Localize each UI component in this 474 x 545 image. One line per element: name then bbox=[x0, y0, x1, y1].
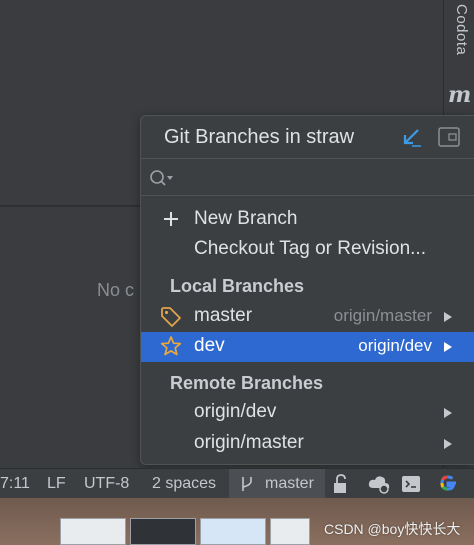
search-row bbox=[141, 158, 474, 196]
popup-title: Git Branches in straw bbox=[164, 126, 355, 148]
branch-search-input[interactable] bbox=[179, 163, 469, 193]
terminal-icon[interactable] bbox=[401, 474, 421, 494]
maven-tool-tab[interactable]: m bbox=[448, 82, 471, 108]
tracking-branch: origin/master bbox=[333, 306, 432, 325]
window-thumbnail[interactable] bbox=[270, 518, 310, 545]
branch-name: master bbox=[194, 305, 253, 326]
action-label: Checkout Tag or Revision... bbox=[194, 238, 426, 259]
file-encoding[interactable]: UTF-8 bbox=[84, 475, 129, 493]
empty-editor-text: No c bbox=[97, 280, 135, 300]
window-thumbnail[interactable] bbox=[200, 518, 266, 545]
tag-icon bbox=[161, 307, 181, 327]
git-branch-widget[interactable]: master bbox=[229, 469, 325, 499]
status-bar: 7:11 LF UTF-8 2 spaces master bbox=[0, 468, 474, 499]
local-branches-header: Local Branches bbox=[170, 276, 305, 296]
indent-setting[interactable]: 2 spaces bbox=[152, 475, 216, 493]
submenu-arrow-icon bbox=[444, 439, 452, 449]
line-separator[interactable]: LF bbox=[47, 475, 66, 493]
cloud-gear-icon[interactable] bbox=[367, 473, 393, 495]
caret-position[interactable]: 7:11 bbox=[0, 475, 30, 493]
google-icon[interactable] bbox=[437, 472, 459, 494]
checkout-tag-action[interactable]: Checkout Tag or Revision... bbox=[141, 235, 474, 265]
window-thumbnail[interactable] bbox=[130, 518, 196, 545]
update-project-icon[interactable] bbox=[400, 126, 422, 148]
branch-name: origin/dev bbox=[194, 401, 277, 422]
branch-name: dev bbox=[194, 335, 225, 356]
action-label: New Branch bbox=[194, 208, 298, 229]
local-branch-dev[interactable]: dev origin/dev bbox=[141, 332, 474, 362]
remote-branch-origin-master[interactable]: origin/master bbox=[141, 429, 474, 459]
submenu-arrow-icon bbox=[444, 312, 452, 322]
git-branch-icon bbox=[242, 477, 252, 491]
local-branch-master[interactable]: master origin/master bbox=[141, 302, 474, 332]
tracking-branch: origin/dev bbox=[358, 336, 432, 355]
branch-name: origin/master bbox=[194, 432, 304, 453]
current-branch: master bbox=[265, 475, 314, 492]
watermark: CSDN @boy快快长大 bbox=[324, 521, 461, 537]
codota-tool-tab[interactable]: Codota bbox=[446, 4, 470, 64]
git-branches-popup: Git Branches in straw New Branch Checkou… bbox=[140, 115, 474, 465]
submenu-arrow-icon bbox=[444, 342, 452, 352]
window-thumbnail[interactable] bbox=[60, 518, 126, 545]
popup-header: Git Branches in straw bbox=[141, 116, 474, 158]
new-branch-action[interactable]: New Branch bbox=[141, 205, 474, 235]
submenu-arrow-icon bbox=[444, 408, 452, 418]
unlock-icon[interactable] bbox=[332, 474, 350, 494]
star-icon bbox=[160, 336, 182, 356]
remote-branch-origin-dev[interactable]: origin/dev bbox=[141, 398, 474, 428]
remote-branches-header: Remote Branches bbox=[170, 373, 324, 393]
search-icon[interactable] bbox=[148, 167, 174, 189]
open-window-icon[interactable] bbox=[438, 127, 460, 147]
plus-icon bbox=[164, 212, 178, 226]
